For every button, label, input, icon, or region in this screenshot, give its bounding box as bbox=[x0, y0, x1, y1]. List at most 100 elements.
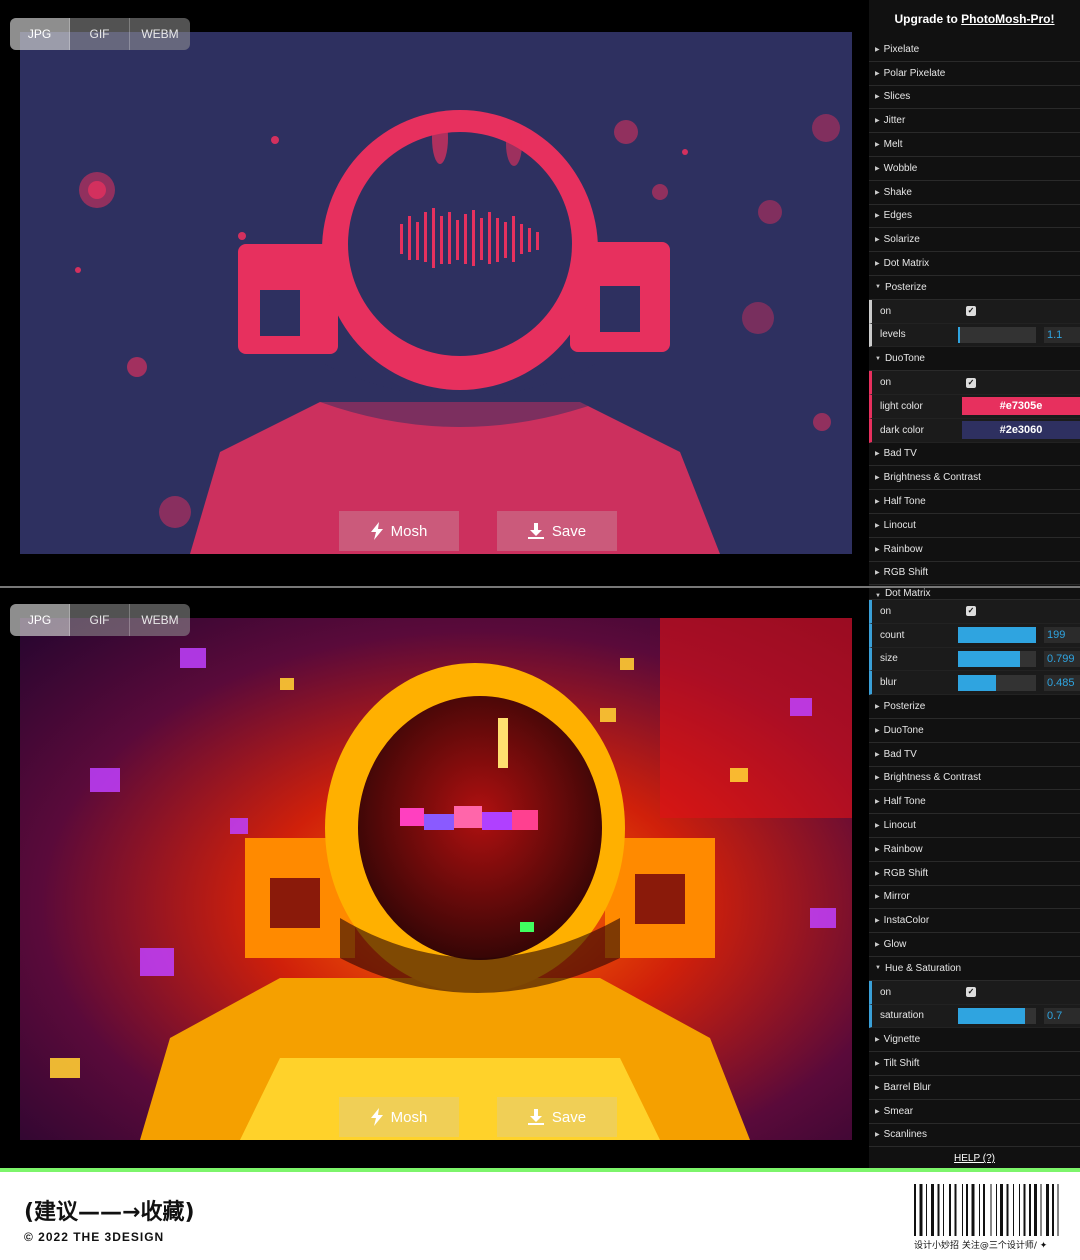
mosh-button[interactable]: Mosh bbox=[339, 1097, 459, 1137]
control-label: on bbox=[880, 605, 892, 617]
effect-bad-tv[interactable]: ▶ Bad TV bbox=[869, 743, 1080, 767]
posterize-levels-value[interactable]: 1.1 bbox=[1044, 326, 1080, 343]
mosh-button-label: Mosh bbox=[390, 522, 428, 540]
caret-down-icon: ▼ bbox=[875, 355, 881, 362]
caption-text: 设计小妙招 关注@三个设计师/ bbox=[914, 1241, 1037, 1251]
dot-matrix-size-row: size 0.799 bbox=[869, 647, 1080, 672]
upgrade-link[interactable]: PhotoMosh-Pro! bbox=[961, 12, 1054, 26]
lightning-icon bbox=[370, 522, 383, 540]
size-value[interactable]: 0.799 bbox=[1044, 650, 1080, 667]
count-value[interactable]: 199 bbox=[1044, 627, 1080, 644]
effect-rgb-shift[interactable]: ▶ RGB Shift bbox=[869, 562, 1080, 586]
posterize-on-checkbox[interactable]: ✓ bbox=[966, 306, 976, 317]
effect-glow[interactable]: ▶ Glow bbox=[869, 933, 1080, 957]
effect-label: RGB Shift bbox=[883, 567, 929, 579]
tab-jpg[interactable]: JPG bbox=[10, 604, 70, 636]
effect-edges[interactable]: ▶ Edges bbox=[869, 205, 1080, 229]
effect-dot-matrix[interactable]: ▼ Dot Matrix bbox=[869, 588, 1080, 600]
format-tabs: JPG GIF WEBM bbox=[10, 604, 190, 636]
caret-right-icon: ▶ bbox=[875, 704, 880, 711]
effect-hue-saturation[interactable]: ▼ Hue & Saturation bbox=[869, 957, 1080, 981]
effect-bad-tv[interactable]: ▶ Bad TV bbox=[869, 443, 1080, 467]
effect-linocut[interactable]: ▶ Linocut bbox=[869, 514, 1080, 538]
caret-right-icon: ▶ bbox=[875, 142, 880, 149]
caret-right-icon: ▶ bbox=[875, 942, 880, 949]
effect-shake[interactable]: ▶ Shake bbox=[869, 181, 1080, 205]
posterize-on-row: on ✓ bbox=[869, 299, 1080, 324]
effect-duotone[interactable]: ▼ DuoTone bbox=[869, 347, 1080, 372]
size-slider[interactable] bbox=[958, 650, 1036, 667]
effect-half-tone[interactable]: ▶ Half Tone bbox=[869, 490, 1080, 514]
effect-duotone[interactable]: ▶ DuoTone bbox=[869, 719, 1080, 743]
effect-label: Wobble bbox=[883, 162, 918, 174]
tab-gif[interactable]: GIF bbox=[70, 18, 130, 50]
effect-dot-matrix[interactable]: ▶ Dot Matrix bbox=[869, 252, 1080, 276]
hue-saturation-on-checkbox[interactable]: ✓ bbox=[966, 987, 976, 998]
effect-instacolor[interactable]: ▶ InstaColor bbox=[869, 909, 1080, 934]
effect-label: Edges bbox=[883, 210, 912, 222]
count-slider[interactable] bbox=[958, 627, 1036, 644]
format-tabs: JPG GIF WEBM bbox=[10, 18, 190, 50]
effect-rainbow[interactable]: ▶ Rainbow bbox=[869, 838, 1080, 862]
mosh-button[interactable]: Mosh bbox=[339, 511, 459, 551]
tab-webm[interactable]: WEBM bbox=[130, 604, 190, 636]
effect-melt[interactable]: ▶ Melt bbox=[869, 133, 1080, 157]
caret-right-icon: ▶ bbox=[875, 522, 880, 529]
effect-smear[interactable]: ▶ Smear bbox=[869, 1100, 1080, 1124]
save-button[interactable]: Save bbox=[497, 1097, 617, 1137]
effect-label: Mirror bbox=[883, 891, 910, 903]
effect-pixelate[interactable]: ▶ Pixelate bbox=[869, 38, 1080, 62]
blur-slider[interactable] bbox=[958, 674, 1036, 691]
effect-solarize[interactable]: ▶ Solarize bbox=[869, 228, 1080, 253]
dark-color-picker[interactable]: #2e3060 bbox=[962, 421, 1080, 440]
preview-canvas-pixelated-astronaut bbox=[20, 618, 852, 1140]
effect-rainbow[interactable]: ▶ Rainbow bbox=[869, 538, 1080, 562]
effect-posterize[interactable]: ▶ Posterize bbox=[869, 695, 1080, 719]
duotone-on-checkbox[interactable]: ✓ bbox=[966, 377, 976, 388]
caret-down-icon: ▼ bbox=[875, 284, 881, 291]
control-label: blur bbox=[880, 677, 897, 689]
caret-right-icon: ▶ bbox=[875, 823, 880, 830]
effect-label: DuoTone bbox=[884, 353, 925, 365]
posterize-levels-slider[interactable] bbox=[958, 326, 1036, 343]
effect-tilt-shift[interactable]: ▶ Tilt Shift bbox=[869, 1052, 1080, 1076]
effect-mirror[interactable]: ▶ Mirror bbox=[869, 886, 1080, 910]
effect-brightness-contrast[interactable]: ▶ Brightness & Contrast bbox=[869, 466, 1080, 491]
effect-jitter[interactable]: ▶ Jitter bbox=[869, 109, 1080, 134]
effect-label: Linocut bbox=[883, 820, 916, 832]
effect-posterize[interactable]: ▼ Posterize bbox=[869, 276, 1080, 300]
save-button[interactable]: Save bbox=[497, 511, 617, 551]
dot-matrix-on-checkbox[interactable]: ✓ bbox=[966, 606, 976, 617]
effect-half-tone[interactable]: ▶ Half Tone bbox=[869, 790, 1080, 815]
tab-jpg[interactable]: JPG bbox=[10, 18, 70, 50]
effect-rgb-shift[interactable]: ▶ RGB Shift bbox=[869, 862, 1080, 886]
control-label: saturation bbox=[880, 1010, 924, 1022]
effect-slices[interactable]: ▶ Slices bbox=[869, 86, 1080, 110]
effect-wobble[interactable]: ▶ Wobble bbox=[869, 157, 1080, 181]
article-footer: (建议——→收藏) © 2022 THE 3DESIGN 设计小妙招 关注@三个… bbox=[0, 1172, 1080, 1260]
effect-vignette[interactable]: ▶ Vignette bbox=[869, 1028, 1080, 1053]
caret-right-icon: ▶ bbox=[875, 1108, 880, 1115]
blur-value[interactable]: 0.485 bbox=[1044, 674, 1080, 691]
effect-brightness-contrast[interactable]: ▶ Brightness & Contrast bbox=[869, 767, 1080, 791]
light-color-picker[interactable]: #e7305e bbox=[962, 397, 1080, 416]
effect-polar-pixelate[interactable]: ▶ Polar Pixelate bbox=[869, 62, 1080, 86]
control-label: on bbox=[880, 305, 892, 317]
effect-label: Vignette bbox=[883, 1034, 921, 1046]
effect-label: Brightness & Contrast bbox=[883, 472, 981, 484]
caret-right-icon: ▶ bbox=[875, 1132, 880, 1139]
hue-saturation-saturation-row: saturation 0.7 bbox=[869, 1004, 1080, 1029]
mosh-button-label: Mosh bbox=[390, 1108, 428, 1126]
help-link[interactable]: HELP (?) bbox=[869, 1147, 1080, 1168]
tab-gif[interactable]: GIF bbox=[70, 604, 130, 636]
saturation-value[interactable]: 0.7 bbox=[1044, 1007, 1080, 1024]
effect-linocut[interactable]: ▶ Linocut bbox=[869, 814, 1080, 838]
effect-scanlines[interactable]: ▶ Scanlines bbox=[869, 1124, 1080, 1148]
effect-label: Hue & Saturation bbox=[884, 962, 962, 974]
effect-barrel-blur[interactable]: ▶ Barrel Blur bbox=[869, 1076, 1080, 1100]
tab-webm[interactable]: WEBM bbox=[130, 18, 190, 50]
saturation-slider[interactable] bbox=[958, 1007, 1036, 1024]
caret-right-icon: ▶ bbox=[875, 727, 880, 734]
caret-right-icon: ▶ bbox=[875, 189, 880, 196]
control-label: dark color bbox=[880, 424, 924, 436]
